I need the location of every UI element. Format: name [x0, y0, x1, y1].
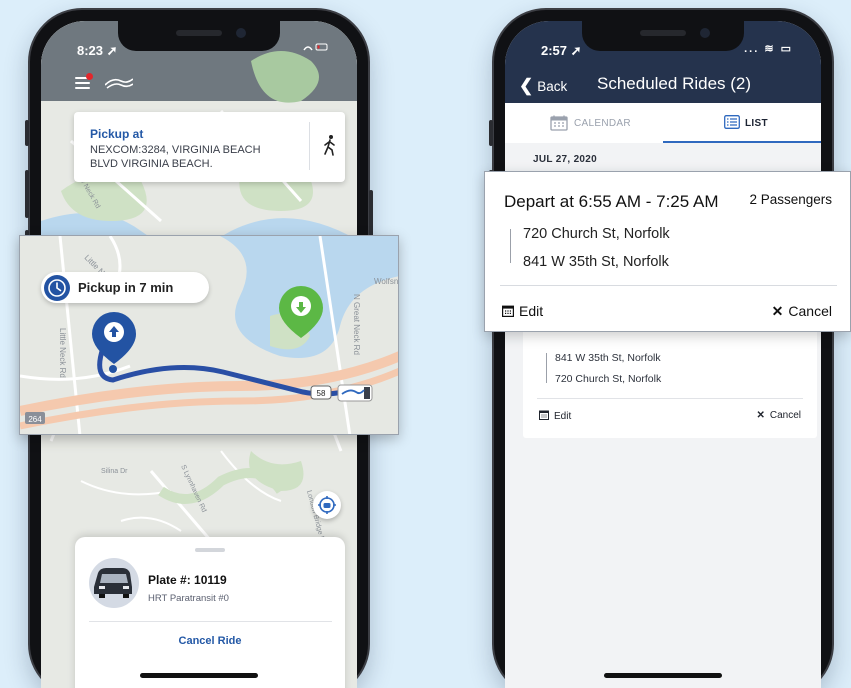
calendar-icon [539, 410, 549, 420]
passenger-count: 2 Passengers [749, 192, 832, 207]
van-icon [94, 568, 132, 598]
front-camera [700, 28, 710, 38]
depart-time: Depart at 6:55 AM - 7:25 AM [504, 192, 719, 211]
close-icon: ✕ [756, 410, 765, 421]
status-time: 8:23 ➚ [77, 43, 118, 58]
ride-destination: 720 Church St, Norfolk [555, 373, 662, 385]
ride-card-2[interactable]: 841 W 35th St, Norfolk 720 Church St, No… [523, 346, 817, 436]
mute-switch [25, 120, 29, 146]
status-icons: ... ≋ ▭ [744, 43, 793, 55]
volume-up-button [25, 170, 29, 218]
sheet-divider [89, 621, 332, 622]
route-line [510, 229, 511, 263]
card-divider [500, 285, 837, 286]
status-icons [301, 42, 329, 55]
tab-list[interactable]: LIST [663, 103, 821, 143]
notch [118, 21, 280, 51]
route-shield-58: 58 [310, 385, 332, 400]
list-icon [724, 115, 740, 129]
map-zoom-callout: 58 264 Little Neck Rd Little Neck Rd N G… [19, 235, 399, 435]
zoomed-map: 58 264 Little Neck Rd Little Neck Rd N G… [20, 236, 399, 434]
map-label-road: Silina Dr [101, 468, 128, 475]
tab-calendar-label: CALENDAR [574, 118, 631, 129]
sheet-grabber[interactable] [195, 548, 225, 552]
calendar-icon [502, 305, 514, 317]
pickup-label: Pickup at [90, 127, 144, 141]
ride-card-zoom[interactable]: Depart at 6:55 AM - 7:25 AM 2 Passengers… [484, 171, 851, 332]
ride-destination: 841 W 35th St, Norfolk [523, 254, 669, 270]
status-time: 2:57 ➚ [541, 43, 582, 58]
map-label-road: Wolfsnare [374, 277, 399, 286]
clock-icon [44, 275, 70, 301]
front-camera [236, 28, 246, 38]
cancel-ride-button[interactable]: ✕ Cancel [772, 303, 832, 320]
date-header: JUL 27, 2020 [533, 154, 598, 165]
pickup-address: NEXCOM:3284, VIRGINIA BEACH BLVD VIRGINI… [90, 144, 261, 170]
cancel-ride-button[interactable]: Cancel Ride [75, 635, 345, 647]
map-label-road: Little Neck Rd [58, 328, 67, 378]
brand-logo-icon [105, 78, 133, 89]
tab-list-label: LIST [745, 118, 768, 129]
edit-ride-button[interactable]: Edit [502, 303, 543, 319]
menu-button[interactable] [75, 73, 93, 92]
home-indicator [604, 673, 722, 678]
scheduled-rides-screen: ❮ Back Scheduled Rides (2) 2:57 ➚ ... ≋ ▭… [505, 21, 821, 688]
map-label-road: N Great Neck Rd [352, 294, 361, 355]
plate-number: Plate #: 10119 [148, 573, 227, 587]
ride-origin: 720 Church St, Norfolk [523, 226, 670, 242]
card-divider [309, 122, 310, 170]
back-button[interactable]: ❮ Back [519, 76, 567, 96]
recenter-vehicle-button[interactable] [313, 491, 341, 519]
home-indicator [140, 673, 258, 678]
edit-label: Edit [519, 303, 544, 319]
wifi-battery-icon [303, 43, 328, 51]
cancel-label: Cancel [769, 410, 801, 421]
notch [582, 21, 744, 51]
card-divider [537, 398, 803, 399]
speaker [176, 30, 222, 36]
vehicle-name: HRT Paratransit #0 [148, 593, 229, 604]
tab-calendar[interactable]: CALENDAR [505, 103, 663, 143]
vehicle-icon[interactable] [337, 384, 373, 402]
pickup-eta-text: Pickup in 7 min [78, 280, 174, 295]
vehicle-target-icon [318, 496, 336, 514]
cancel-ride-button[interactable]: ✕ Cancel [756, 410, 801, 421]
speaker [640, 30, 686, 36]
chevron-left-icon: ❮ [519, 76, 534, 95]
calendar-icon [550, 115, 568, 131]
cancel-label: Cancel [788, 303, 832, 319]
right-phone-frame: ❮ Back Scheduled Rides (2) 2:57 ➚ ... ≋ ▭… [489, 8, 837, 688]
edit-ride-button[interactable]: Edit [539, 410, 571, 422]
close-icon: ✕ [771, 303, 784, 319]
view-tabs: CALENDAR LIST [505, 103, 821, 143]
edit-label: Edit [554, 411, 572, 422]
ride-origin: 841 W 35th St, Norfolk [555, 352, 661, 364]
shield-58-text: 58 [317, 389, 326, 398]
route-shield-264: 264 [25, 412, 45, 424]
shield-264-text: 264 [28, 415, 42, 424]
ride-details-sheet: Plate #: 10119 HRT Paratransit #0 Cancel… [75, 537, 345, 688]
pickup-eta-pill: Pickup in 7 min [41, 272, 209, 303]
walking-person-icon[interactable] [320, 134, 340, 158]
vehicle-avatar [89, 558, 139, 608]
back-label: Back [537, 79, 568, 94]
mute-switch [489, 120, 493, 146]
page-title: Scheduled Rides (2) [597, 74, 752, 93]
notification-dot [86, 73, 93, 80]
pickup-location-card[interactable]: Pickup at NEXCOM:3284, VIRGINIA BEACH BL… [74, 112, 345, 182]
route-line [546, 353, 547, 383]
